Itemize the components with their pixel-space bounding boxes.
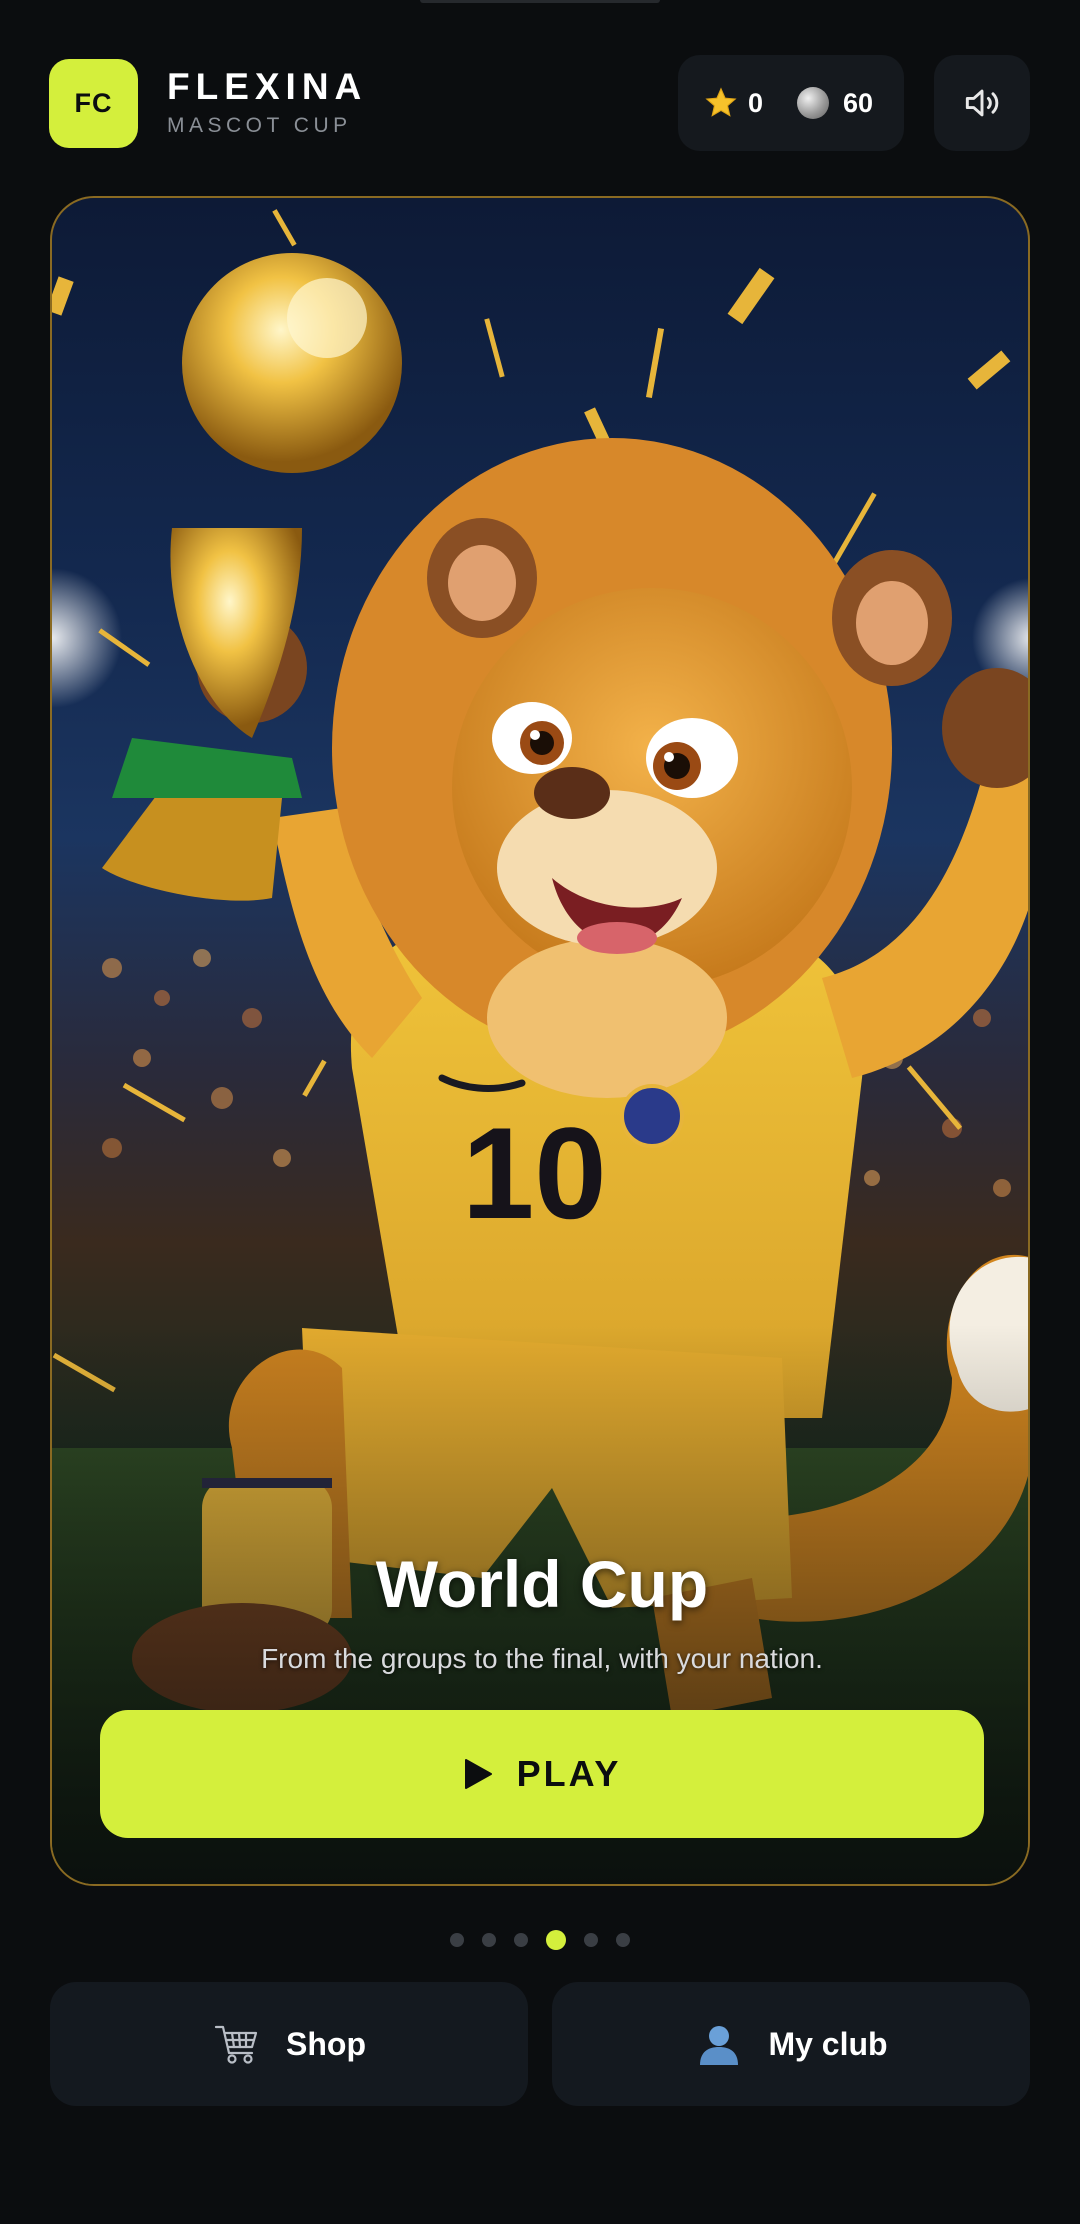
mode-card[interactable]: 10 World Cup From the groups to the fina…	[50, 196, 1030, 1886]
user-icon	[700, 2026, 739, 2065]
currency-panel: 0 60	[678, 55, 904, 151]
app-logo: FC	[49, 59, 138, 148]
shop-label: Shop	[286, 2025, 366, 2062]
speaker-icon	[965, 89, 999, 117]
my-club-label: My club	[768, 2025, 888, 2062]
star-icon	[705, 87, 737, 117]
shopping-cart-icon	[214, 2025, 258, 2064]
coins-count: 60	[843, 87, 874, 118]
carousel-dot-active[interactable]	[546, 1930, 566, 1950]
shop-button[interactable]: Shop	[50, 1982, 528, 2106]
play-icon	[464, 1759, 492, 1789]
carousel-dot[interactable]	[616, 1933, 630, 1947]
carousel-dot[interactable]	[584, 1933, 598, 1947]
carousel-dot[interactable]	[482, 1933, 496, 1947]
my-club-button[interactable]: My club	[552, 1982, 1030, 2106]
carousel-dot[interactable]	[450, 1933, 464, 1947]
carousel-dot[interactable]	[514, 1933, 528, 1947]
svg-text:10: 10	[462, 1100, 607, 1246]
play-button[interactable]: PLAY	[100, 1710, 984, 1838]
sound-toggle-button[interactable]	[934, 55, 1030, 151]
mode-description: From the groups to the final, with your …	[261, 1643, 823, 1674]
brand-name: FLEXINA	[167, 66, 368, 107]
brand-subtitle: MASCOT CUP	[167, 114, 352, 137]
carousel-indicator	[0, 1930, 1080, 1950]
coin-icon	[797, 87, 830, 119]
stars-count: 0	[748, 87, 764, 118]
mode-title: World Cup	[375, 1547, 709, 1621]
header: FC FLEXINA MASCOT CUP 0 60	[0, 0, 1080, 190]
logo-text: FC	[74, 88, 113, 118]
play-label: PLAY	[516, 1753, 622, 1794]
